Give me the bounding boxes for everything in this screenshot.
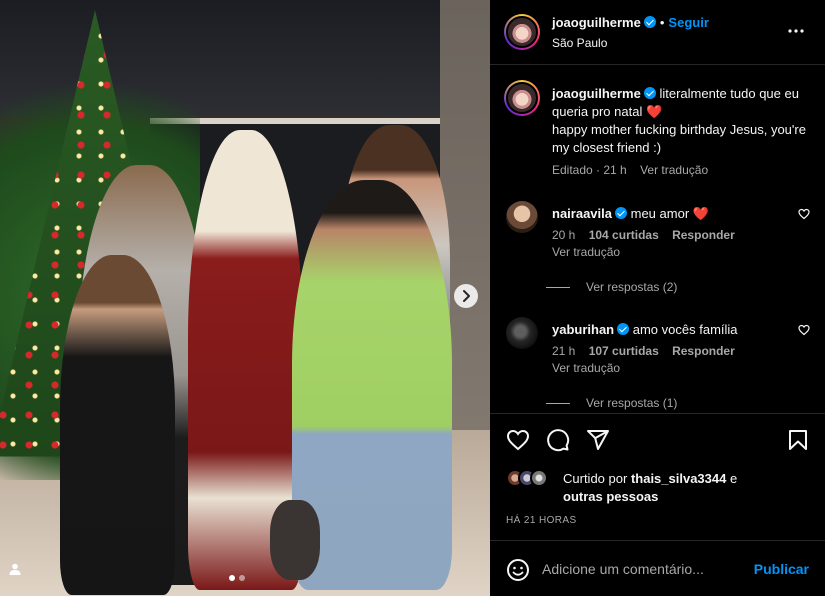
bookmark-icon [789,430,807,450]
like-button[interactable] [506,428,530,457]
share-icon [587,430,609,450]
caption-text: joaoguilherme literalmente tudo que eu q… [552,85,812,157]
author-username[interactable]: joaoguilherme [552,15,641,30]
comment-body: meu amor [630,206,690,221]
caption-age: 21 h [603,163,627,177]
emoji-icon [507,559,529,581]
verified-icon [617,323,630,335]
caption-line-2: happy mother fucking birthday Jesus, you… [552,122,806,155]
avatar-image [506,82,538,114]
comment-likes[interactable]: 107 curtidas [589,344,659,358]
carousel-indicator [229,575,245,581]
comment-body: amo vocês família [632,322,738,337]
caption-avatar[interactable] [504,80,540,116]
comment-avatar[interactable] [506,317,538,349]
comment-text: yaburihan amo vocês família [552,321,787,339]
more-options-button[interactable] [787,22,805,34]
carousel-dot [239,575,245,581]
post-photo[interactable] [0,0,490,596]
caption-translate-link[interactable]: Ver tradução [640,163,708,177]
carousel-next-button[interactable] [454,284,478,308]
share-button[interactable] [586,428,610,457]
post-timestamp[interactable]: HÁ 21 HORAS [506,515,577,526]
comment-meta: 20 h 104 curtidas Responder Ver tradução [552,227,792,261]
author-line: joaoguilherme • Seguir [552,15,709,30]
view-replies-label: Ver respostas (1) [586,396,678,410]
comment-like-button[interactable] [798,207,810,225]
heart-emoji: ❤️ [645,104,663,119]
heart-icon [506,429,530,451]
comment-input[interactable] [542,557,742,581]
comment-username[interactable]: yaburihan [552,322,614,337]
comment-age: 21 h [552,344,576,358]
caption-meta: Editado · 21 h Ver tradução [552,163,709,177]
post-header: joaoguilherme • Seguir São Paulo [490,0,825,65]
user-tag-icon [9,563,21,575]
liked-by-avatars[interactable] [506,469,548,487]
dog [270,500,320,580]
view-replies-button[interactable]: Ver respostas (2) [546,280,677,294]
post-location[interactable]: São Paulo [552,36,607,50]
liked-by-conj: e [729,471,738,486]
avatar-image [506,16,538,48]
emoji-button[interactable] [506,558,530,587]
replies-divider [546,402,570,404]
liked-by-text: Curtido por thais_silva3344 e outras pes… [563,470,813,506]
carousel-dot-active [229,575,235,581]
view-replies-button[interactable]: Ver respostas (1) [546,396,677,410]
verified-icon [643,16,656,28]
user-tags-button[interactable] [2,556,28,582]
comment-like-button[interactable] [798,323,810,341]
verified-icon [643,87,656,99]
reply-button[interactable]: Responder [672,344,735,358]
person-boy [60,255,175,595]
post-side-panel: joaoguilherme • Seguir São Paulo joaoguilh… [490,0,825,596]
comment-age: 20 h [552,228,576,242]
caption-username[interactable]: joaoguilherme [552,86,641,101]
comment-button[interactable] [546,428,570,457]
follow-button[interactable]: Seguir [668,15,708,30]
author-avatar[interactable] [504,14,540,50]
heart-icon [798,324,810,336]
edited-label: Editado [552,163,593,177]
heart-icon [798,208,810,220]
more-icon [788,29,804,33]
liked-by-prefix: Curtido por [563,471,628,486]
verified-icon [615,207,627,219]
comment-translate-link[interactable]: Ver tradução [552,361,620,375]
liked-by-user[interactable]: thais_silva3344 [631,471,726,486]
comment-icon [547,429,570,452]
add-comment-bar: Publicar [490,540,825,596]
replies-divider [546,286,570,288]
view-replies-label: Ver respostas (2) [586,280,678,294]
comment-translate-link[interactable]: Ver tradução [552,245,620,259]
comment-username[interactable]: nairaavila [552,206,612,221]
comment-likes[interactable]: 104 curtidas [589,228,659,242]
heart-emoji: ❤️ [692,206,709,221]
reply-button[interactable]: Responder [672,228,735,242]
comment-avatar[interactable] [506,201,538,233]
liked-by-others[interactable]: outras pessoas [563,489,658,504]
publish-button[interactable]: Publicar [754,561,809,577]
comment-meta: 21 h 107 curtidas Responder Ver tradução [552,343,792,377]
liker-avatar [530,469,548,487]
separator-dot: • [659,15,665,30]
save-button[interactable] [786,428,810,457]
chevron-right-icon [454,284,478,308]
comment-text: nairaavila meu amor ❤️ [552,205,787,223]
